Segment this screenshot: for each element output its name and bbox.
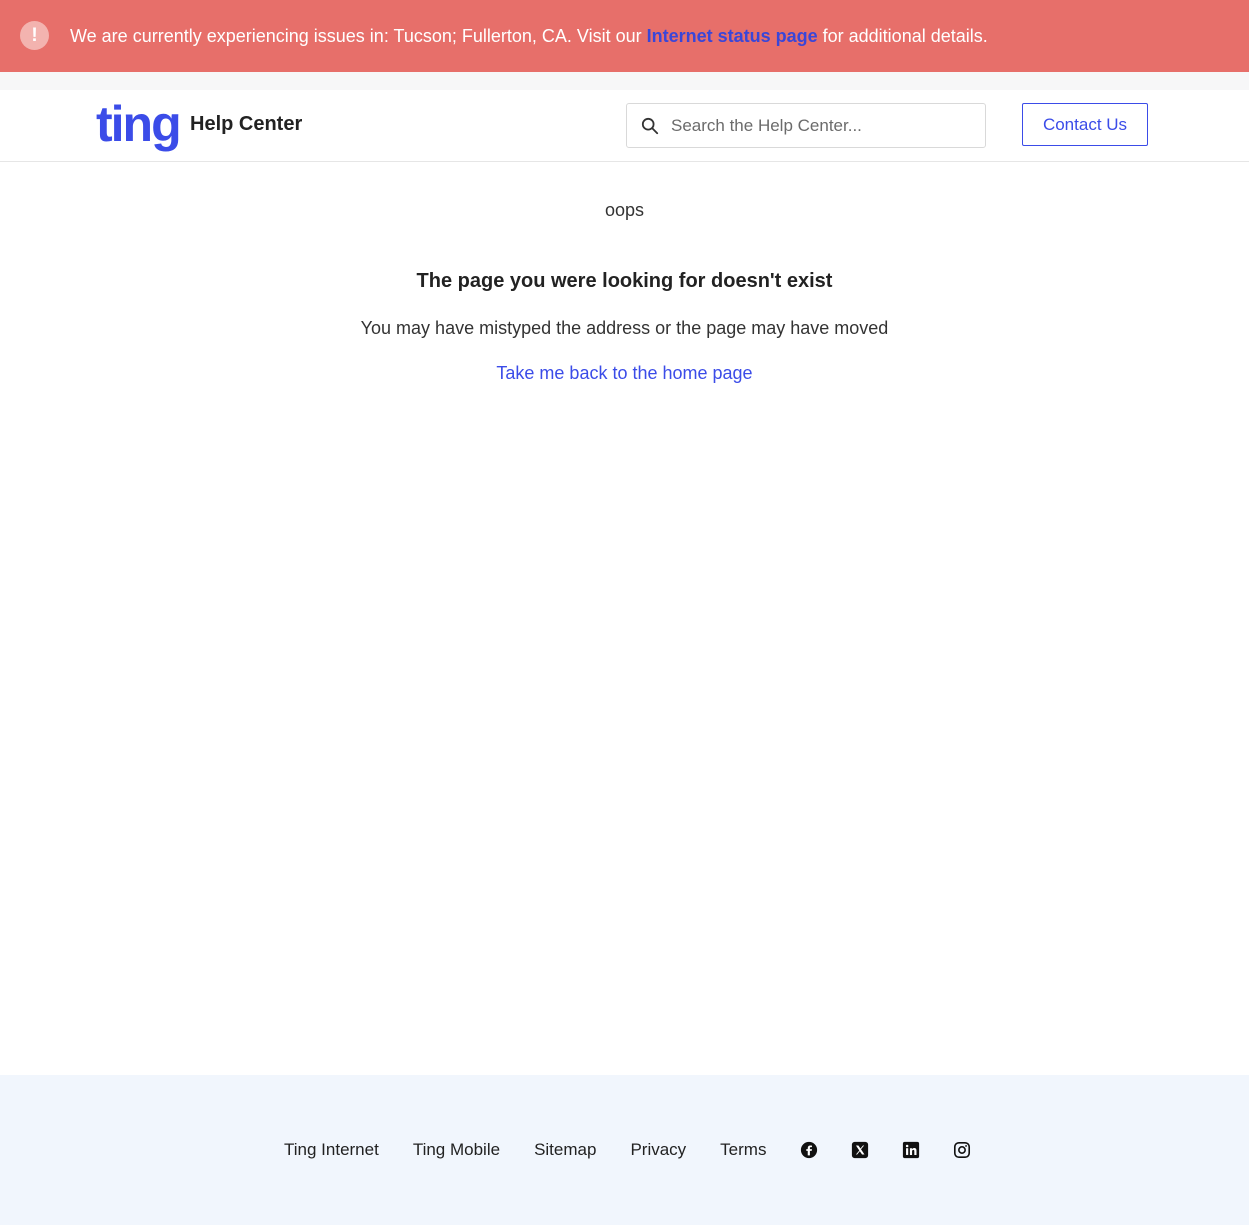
social-links — [800, 1141, 1004, 1159]
header-spacer — [0, 72, 1249, 90]
alert-text-before: We are currently experiencing issues in:… — [70, 26, 647, 46]
site-footer: Ting Internet Ting Mobile Sitemap Privac… — [0, 1075, 1249, 1225]
linkedin-icon[interactable] — [902, 1141, 920, 1159]
facebook-icon[interactable] — [800, 1141, 818, 1159]
search-input[interactable] — [669, 104, 973, 147]
alert-banner: ! We are currently experiencing issues i… — [0, 0, 1249, 72]
search-icon — [641, 117, 659, 135]
alert-message: We are currently experiencing issues in:… — [70, 24, 988, 48]
footer-link-sitemap[interactable]: Sitemap — [534, 1140, 596, 1160]
oops-label: oops — [604, 200, 645, 220]
ting-logo[interactable]: ting — [96, 94, 182, 154]
footer-nav: Ting Internet Ting Mobile Sitemap Privac… — [284, 1140, 1004, 1160]
internet-status-link[interactable]: Internet status page — [647, 26, 818, 46]
site-header: ting Help Center Contact Us — [0, 90, 1249, 162]
home-page-link[interactable]: Take me back to the home page — [496, 363, 752, 383]
instagram-icon[interactable] — [953, 1141, 971, 1159]
x-icon[interactable] — [851, 1141, 869, 1159]
alert-text-after: for additional details. — [817, 26, 988, 46]
contact-us-button[interactable]: Contact Us — [1022, 103, 1148, 146]
footer-link-ting-internet[interactable]: Ting Internet — [284, 1140, 379, 1160]
footer-link-ting-mobile[interactable]: Ting Mobile — [413, 1140, 500, 1160]
search-box[interactable] — [626, 103, 986, 148]
exclamation-icon: ! — [20, 21, 49, 50]
footer-link-privacy[interactable]: Privacy — [630, 1140, 686, 1160]
error-title: The page you were looking for doesn't ex… — [416, 270, 833, 292]
error-subtitle: You may have mistyped the address or the… — [360, 318, 889, 338]
help-center-title[interactable]: Help Center — [190, 113, 302, 136]
home-link-wrapper: Take me back to the home page — [0, 363, 1249, 384]
footer-link-terms[interactable]: Terms — [720, 1140, 766, 1160]
